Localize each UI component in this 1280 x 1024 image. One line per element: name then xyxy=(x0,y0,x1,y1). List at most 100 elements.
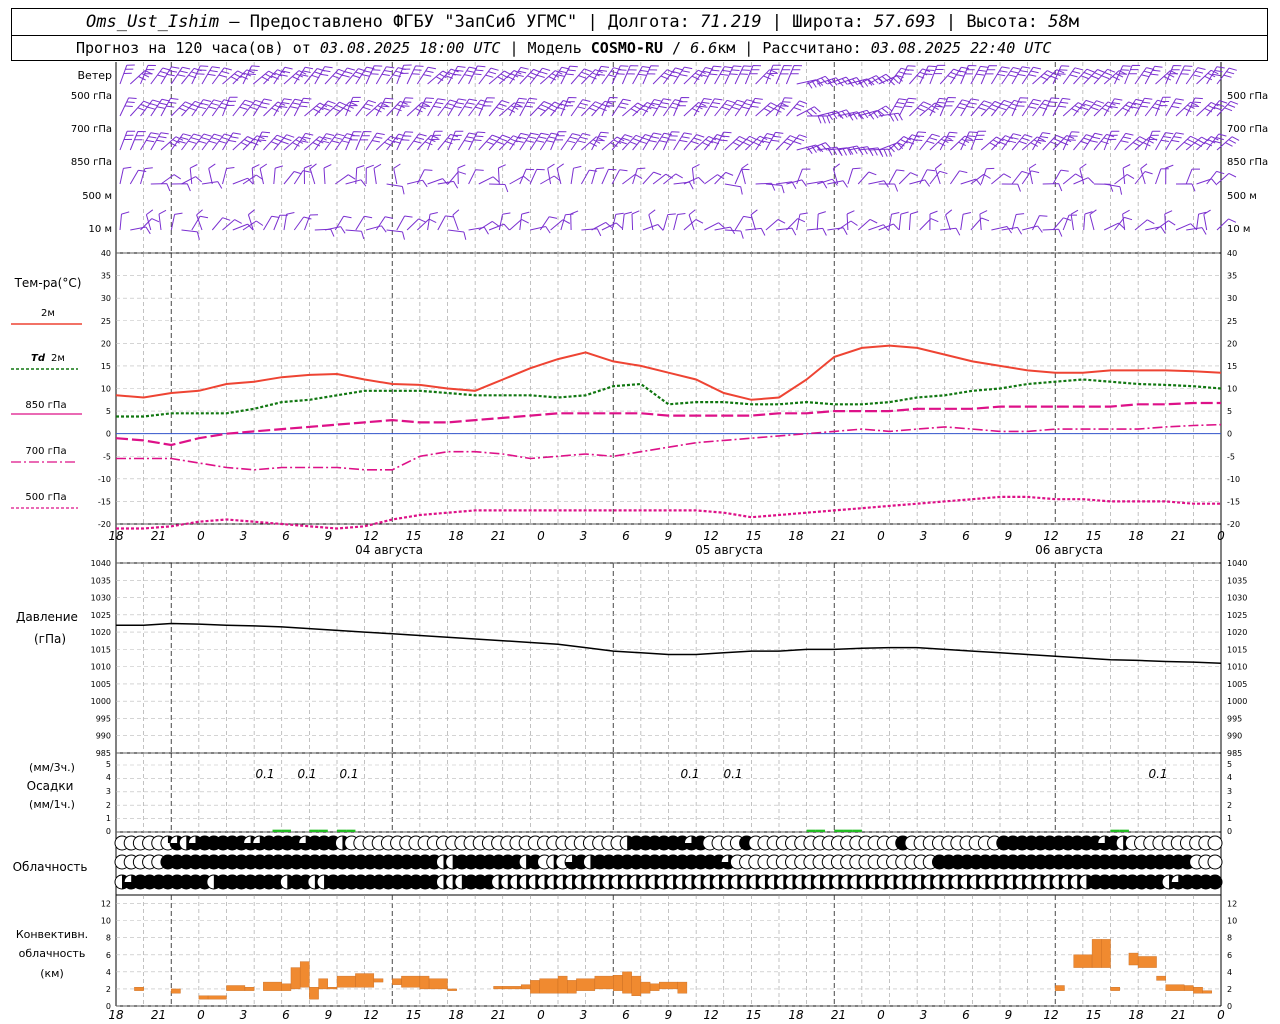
wind-barb xyxy=(673,66,693,85)
convective-bar xyxy=(1183,985,1194,991)
wind-barb xyxy=(1070,209,1079,231)
wind-barb xyxy=(556,163,564,185)
pressure-ytick-right: 1015 xyxy=(1227,645,1247,654)
wind-barb xyxy=(591,65,610,85)
temp-ytick: 0 xyxy=(106,430,111,439)
convective-bar xyxy=(309,987,319,1000)
wind-barb xyxy=(119,166,132,185)
wind-barb xyxy=(1124,136,1147,151)
hour-label: 15 xyxy=(406,1008,421,1022)
convective-bar xyxy=(1055,985,1065,991)
wind-barb xyxy=(457,164,466,185)
wind-barb xyxy=(1122,209,1130,231)
pressure-ytick: 1030 xyxy=(91,594,111,603)
convective-bar xyxy=(493,986,503,990)
wind-barb xyxy=(980,167,995,185)
wind-barb xyxy=(796,79,822,89)
temp-ytick: -20 xyxy=(98,520,111,529)
wind-barb xyxy=(140,64,156,85)
convective-bar xyxy=(567,980,577,994)
hour-label: 9 xyxy=(665,529,673,543)
pressure-ytick: 1005 xyxy=(91,680,111,689)
convective-bar xyxy=(640,981,651,994)
legend-td-italic: Td xyxy=(31,353,46,364)
wind-barb xyxy=(478,176,500,185)
wind-barb xyxy=(734,135,758,151)
wind-barb xyxy=(158,209,167,231)
wind-barb xyxy=(714,66,733,85)
convective-bar xyxy=(419,975,430,990)
convective-bar xyxy=(263,981,282,991)
wind-barb xyxy=(355,66,375,85)
wind-barb xyxy=(765,64,781,85)
convective-bar xyxy=(281,983,292,991)
cloud-cover-symbol xyxy=(1207,874,1223,890)
pressure-ytick: 990 xyxy=(96,732,111,741)
convective-bar xyxy=(631,975,642,996)
wind-barb xyxy=(581,228,602,237)
hour-label: 0 xyxy=(877,529,885,543)
wind-level-500hpa-right: 500 гПа xyxy=(1227,91,1268,102)
precip-ytick: 2 xyxy=(106,801,111,810)
pressure-ytick-right: 990 xyxy=(1227,732,1242,741)
wind-barb xyxy=(252,98,272,117)
wind-barb xyxy=(251,164,260,185)
wind-barb xyxy=(1042,183,1063,192)
hour-label: 12 xyxy=(703,529,718,543)
hour-label: 12 xyxy=(1043,529,1058,543)
convective-ytick-right: 8 xyxy=(1227,934,1232,943)
convective-ytick: 12 xyxy=(101,900,111,909)
hour-label: 21 xyxy=(831,1008,846,1022)
convective-ytick-right: 12 xyxy=(1227,900,1237,909)
precip-annotation: 0.1 xyxy=(339,767,358,781)
clouds-title: Облачность xyxy=(13,860,88,874)
temperature-title: Тем-ра(°С) xyxy=(14,276,82,290)
wind-barb xyxy=(273,134,295,151)
wind-barb xyxy=(498,212,511,231)
wind-barb xyxy=(621,65,639,85)
hour-label: 9 xyxy=(1005,529,1013,543)
legend-500-label: 500 гПа xyxy=(25,492,66,503)
hour-label: 12 xyxy=(1043,1008,1058,1022)
convective-bar xyxy=(1073,954,1093,968)
wind-barb xyxy=(970,65,989,85)
wind-barb xyxy=(857,171,877,185)
wind-barb xyxy=(1073,134,1095,151)
wind-barb xyxy=(1165,164,1174,185)
wind-barb xyxy=(145,209,154,231)
meteogram-chart: 1818212100336699121215151818212100336699… xyxy=(11,62,1268,1022)
wind-barb xyxy=(1001,99,1022,117)
precip-ytick-right: 1 xyxy=(1227,814,1232,823)
wind-barb xyxy=(632,134,653,151)
wind-barb xyxy=(324,101,347,117)
hour-label: 6 xyxy=(622,529,630,543)
convective-bar xyxy=(659,981,678,990)
convective-bar xyxy=(649,983,660,991)
precip-annotation: 0.1 xyxy=(723,767,742,781)
wind-barb xyxy=(232,136,255,151)
wind-barb xyxy=(570,165,582,185)
convective-ytick-right: 10 xyxy=(1227,917,1237,926)
precip-bar xyxy=(843,829,853,832)
precip-bar xyxy=(1110,829,1120,832)
hour-label: 12 xyxy=(363,529,378,543)
wind-barb xyxy=(1104,183,1123,195)
hour-label: 0 xyxy=(1217,529,1225,543)
wind-barb xyxy=(734,215,752,231)
hour-label: 0 xyxy=(877,1008,885,1022)
convective-bar xyxy=(299,961,310,988)
wind-barb xyxy=(806,142,832,153)
pressure-ytick: 1015 xyxy=(91,645,111,654)
cloud-cover-symbol xyxy=(1207,835,1223,851)
wind-barb xyxy=(888,136,912,151)
wind-barb xyxy=(632,167,646,185)
convective-bar xyxy=(327,987,338,990)
convective-ytick: 6 xyxy=(106,951,111,960)
pressure-ytick-right: 995 xyxy=(1227,714,1242,723)
wind-barb xyxy=(247,209,255,231)
wind-barb xyxy=(150,67,171,85)
wind-level-500m-right: 500 м xyxy=(1227,191,1257,202)
wind-barb xyxy=(1175,65,1193,85)
wind-barb xyxy=(416,169,433,185)
wind-barb xyxy=(591,100,613,117)
